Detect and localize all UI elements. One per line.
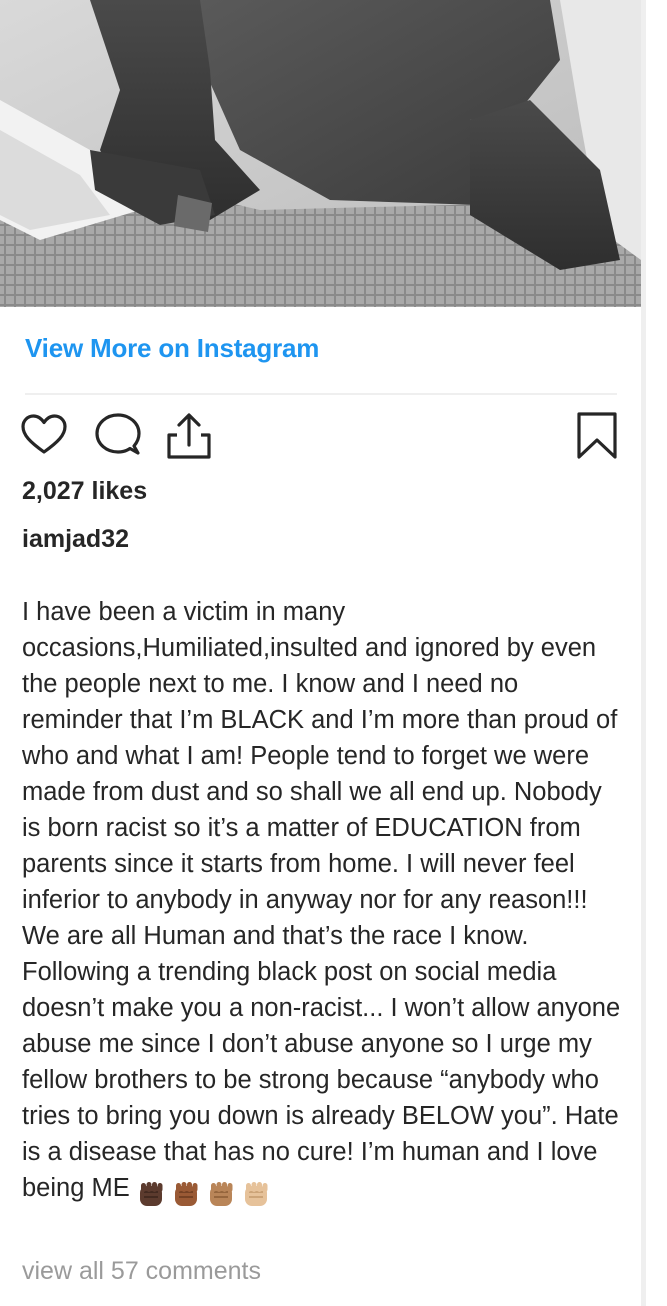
save-button[interactable]	[574, 411, 622, 461]
post-photo-image	[0, 0, 641, 307]
likes-count[interactable]: 2,027 likes	[22, 477, 147, 506]
raised-fist-emoji	[244, 1182, 268, 1207]
comment-button[interactable]	[94, 411, 142, 461]
post-caption: I have been a victim in many occasions,H…	[22, 594, 622, 1212]
share-button[interactable]	[165, 411, 213, 461]
fist-emoji-row	[136, 1176, 276, 1212]
share-icon	[167, 413, 211, 459]
like-button[interactable]	[20, 411, 68, 461]
comment-icon	[95, 413, 141, 455]
raised-fist-emoji	[209, 1182, 233, 1207]
divider	[25, 393, 617, 395]
bookmark-icon	[577, 412, 617, 459]
raised-fist-emoji	[139, 1182, 163, 1207]
raised-fist-emoji	[174, 1182, 198, 1207]
embed-border	[641, 0, 646, 1306]
instagram-embed-card: View More on Instagram 2,027 likes iamja…	[0, 0, 641, 1306]
view-all-comments-link[interactable]: view all 57 comments	[22, 1257, 261, 1286]
post-photo[interactable]	[0, 0, 641, 307]
caption-text: I have been a victim in many occasions,H…	[22, 598, 621, 1202]
post-username[interactable]: iamjad32	[22, 525, 129, 554]
view-more-on-instagram-link[interactable]: View More on Instagram	[25, 333, 319, 364]
heart-icon	[21, 414, 67, 454]
